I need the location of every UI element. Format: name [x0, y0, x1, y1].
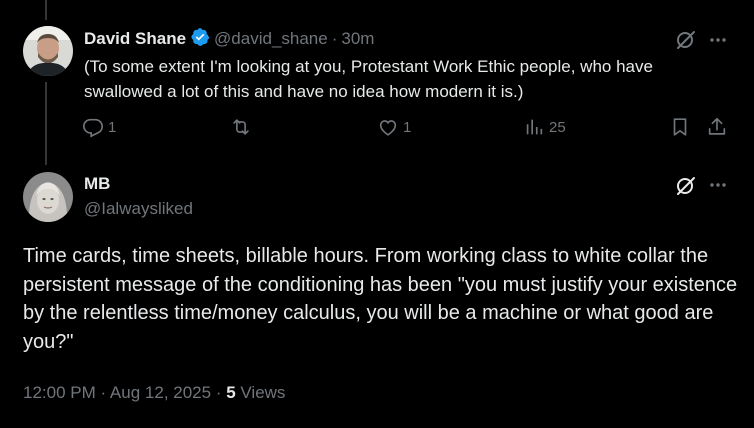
main-author-name[interactable]: MB [84, 174, 110, 194]
avatar-david-shane[interactable] [23, 26, 73, 76]
more-icon-main[interactable] [708, 175, 728, 200]
reply-author-name[interactable]: David Shane [84, 29, 186, 49]
thread-line-connector [45, 82, 47, 165]
views-count: 25 [549, 118, 566, 136]
reply-time[interactable]: 30m [341, 29, 374, 49]
analytics-icon [523, 116, 545, 138]
share-button[interactable] [706, 116, 728, 138]
heart-icon [377, 116, 399, 138]
post-views-count: 5 [226, 383, 236, 402]
bookmark-icon [669, 116, 691, 138]
reply-text: (To some extent I'm looking at you, Prot… [84, 57, 653, 101]
repost-icon [230, 116, 252, 138]
reply-action-bar: 1 1 25 [80, 116, 740, 146]
like-count: 1 [403, 118, 412, 136]
reply-handle[interactable]: @david_shane [214, 29, 328, 49]
main-author-handle[interactable]: @Ialwaysliked [84, 199, 193, 219]
more-icon[interactable] [708, 30, 728, 55]
post-timestamp[interactable]: 12:00 PM · Aug 12, 2025 · [23, 383, 226, 402]
post-views-label: Views [235, 383, 286, 402]
reply-header: David Shane @david_shane · 30m [84, 28, 374, 50]
reply-icon [82, 116, 104, 138]
avatar-mb[interactable] [23, 172, 73, 222]
views-button[interactable]: 25 [523, 116, 566, 138]
bookmark-button[interactable] [669, 116, 691, 138]
like-button[interactable]: 1 [377, 116, 411, 138]
grok-icon-main[interactable] [675, 175, 697, 202]
reply-count: 1 [108, 118, 117, 136]
post-meta: 12:00 PM · Aug 12, 2025 · 5 Views [23, 383, 285, 403]
share-icon [706, 116, 728, 138]
repost-button[interactable] [230, 116, 256, 138]
main-post-text: Time cards, time sheets, billable hours.… [23, 245, 738, 353]
thread-line-top [45, 0, 47, 20]
verified-badge-icon[interactable] [190, 27, 210, 52]
grok-icon[interactable] [675, 29, 697, 56]
reply-button[interactable]: 1 [82, 116, 116, 138]
separator-dot: · [331, 29, 338, 48]
